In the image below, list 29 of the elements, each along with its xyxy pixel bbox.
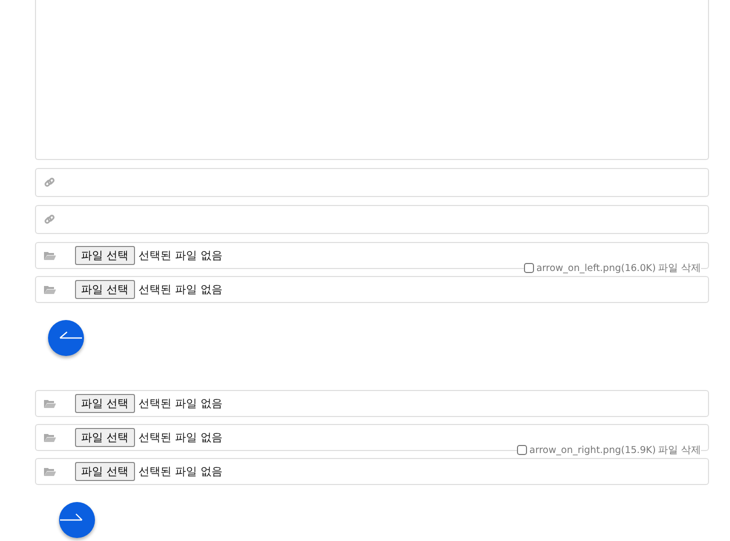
file-status: 선택된 파일 없음 <box>138 282 222 297</box>
folder-icon <box>44 433 56 442</box>
delete-label: 파일 삭제 <box>658 262 701 275</box>
arrow-preview-button[interactable] <box>48 320 84 356</box>
file-status: 선택된 파일 없음 <box>138 248 222 263</box>
folder-icon <box>44 467 56 476</box>
delete-checkbox[interactable] <box>517 445 528 455</box>
delete-checkbox[interactable] <box>524 263 534 273</box>
file-status: 선택된 파일 없음 <box>138 396 222 411</box>
choose-file-button[interactable]: 파일 선택 <box>75 428 134 447</box>
choose-file-button[interactable]: 파일 선택 <box>75 280 134 299</box>
arrow-icon <box>59 513 83 521</box>
file-name: arrow_on_right.png(15.9K) <box>529 444 656 456</box>
folder-icon <box>44 399 56 408</box>
arrow-preview-button[interactable] <box>59 502 95 538</box>
file-status: 선택된 파일 없음 <box>138 430 222 445</box>
folder-icon <box>44 251 56 260</box>
choose-file-button[interactable]: 파일 선택 <box>75 462 134 481</box>
choose-file-button[interactable]: 파일 선택 <box>75 246 134 265</box>
file-name: arrow_on_left.png(16.0K) <box>536 262 656 274</box>
delete-label: 파일 삭제 <box>658 444 701 457</box>
link-field[interactable] <box>35 205 709 234</box>
link-icon <box>44 177 55 188</box>
folder-icon <box>44 285 56 294</box>
link-icon <box>44 214 55 225</box>
choose-file-button[interactable]: 파일 선택 <box>75 394 134 413</box>
file-status: 선택된 파일 없음 <box>138 464 222 479</box>
arrow-icon <box>59 331 83 339</box>
link-field[interactable] <box>35 168 709 197</box>
